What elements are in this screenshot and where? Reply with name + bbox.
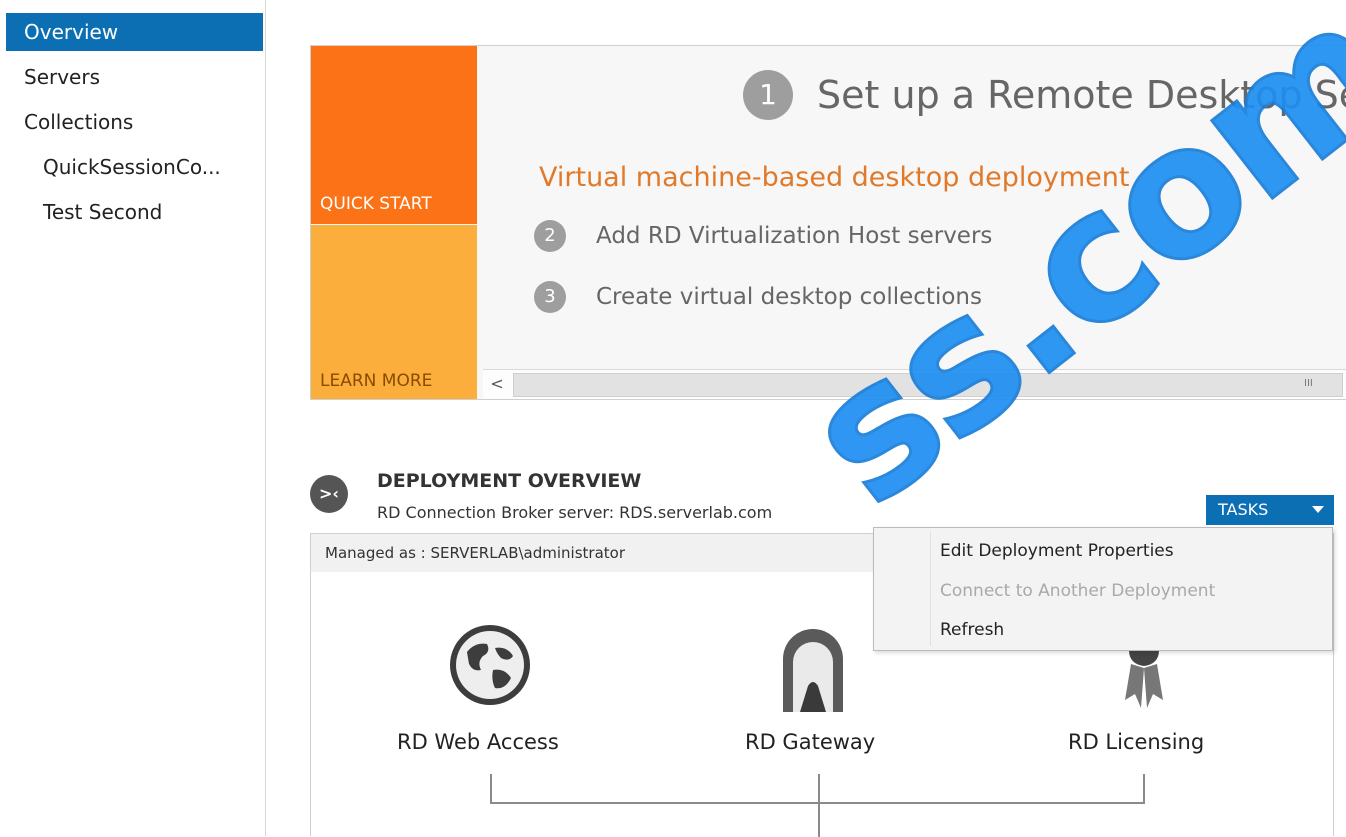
menu-item-edit-deployment-properties[interactable]: Edit Deployment Properties [940,541,1174,561]
step-2-link[interactable]: Add RD Virtualization Host servers [596,223,992,249]
quick-start-panel: QUICK START LEARN MORE 1 Set up a Remote… [310,45,1346,400]
step-1-row: 1 Set up a Remote Desktop Se [743,70,1346,120]
menu-item-connect-to-another-deployment: Connect to Another Deployment [940,581,1216,601]
role-rd-web-access[interactable]: RD Web Access [397,730,559,754]
step-3-link[interactable]: Create virtual desktop collections [596,284,982,310]
scroll-grip-icon: III [1304,378,1313,389]
menu-item-refresh[interactable]: Refresh [940,620,1004,640]
sidebar-item-servers[interactable]: Servers [6,58,263,96]
connector-line [1143,774,1145,804]
globe-icon[interactable] [447,622,533,708]
step-2-number: 2 [534,220,566,252]
sidebar-item-collections[interactable]: Collections [6,103,263,141]
step-1-number: 1 [743,70,793,120]
tasks-label: TASKS [1218,500,1269,519]
licensing-ribbon-icon[interactable] [1119,650,1169,710]
quick-start-tile[interactable]: QUICK START [311,46,477,224]
role-rd-licensing[interactable]: RD Licensing [1068,730,1204,754]
scroll-left-arrow-icon[interactable]: < [487,372,507,396]
deployment-type-subtitle: Virtual machine-based desktop deployment [539,162,1130,193]
sidebar-item-test-second[interactable]: Test Second [6,193,263,231]
step-2-row[interactable]: 2 Add RD Virtualization Host servers [534,220,992,252]
sidebar-item-quicksession-collection[interactable]: QuickSessionCo... [6,148,263,186]
learn-more-label: LEARN MORE [320,371,433,391]
learn-more-tile[interactable]: LEARN MORE [311,225,477,399]
tasks-dropdown-menu: Edit Deployment Properties Connect to An… [873,527,1333,651]
navigation-sidebar: Overview Servers Collections QuickSessio… [0,0,266,836]
menu-separator [930,532,931,646]
sidebar-item-overview[interactable]: Overview [6,13,263,51]
gateway-icon[interactable] [780,626,846,712]
horizontal-scrollbar[interactable]: < III [483,369,1346,399]
step-3-number: 3 [534,281,566,313]
step-1-title: Set up a Remote Desktop Se [817,73,1346,117]
step-3-row[interactable]: 3 Create virtual desktop collections [534,281,982,313]
tasks-button[interactable]: TASKS [1206,495,1334,525]
scrollbar-thumb[interactable]: III [513,373,1343,397]
connector-line [818,774,820,837]
role-rd-gateway[interactable]: RD Gateway [745,730,875,754]
connection-broker-icon: >‹ [310,475,348,513]
quick-start-label: QUICK START [320,194,432,214]
chevron-down-icon [1312,506,1324,513]
deployment-overview-title: DEPLOYMENT OVERVIEW [377,470,642,492]
connection-broker-server: RD Connection Broker server: RDS.serverl… [377,503,773,522]
connector-line [490,774,492,804]
